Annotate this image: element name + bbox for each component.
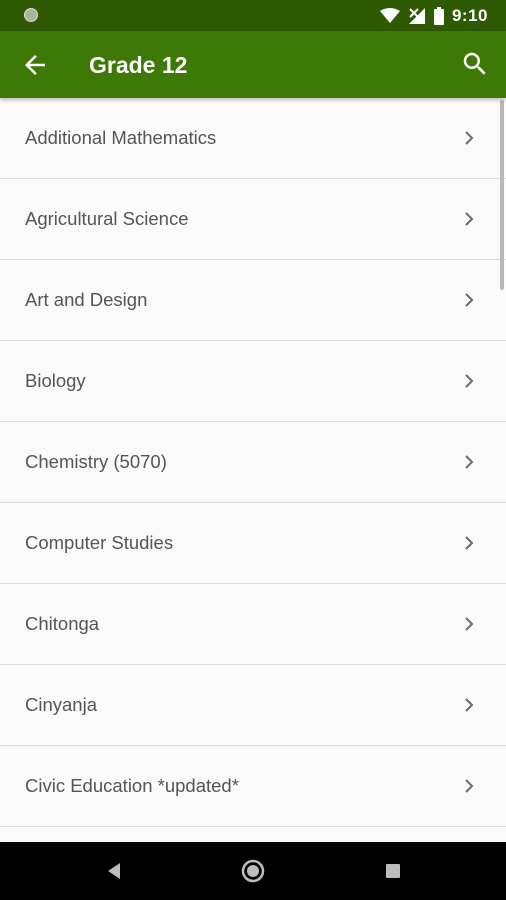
subject-label: Cinyanja (25, 694, 97, 715)
arrow-back-icon (25, 55, 45, 75)
subject-item-agricultural-science[interactable]: Agricultural Science (0, 179, 506, 260)
chevron-right-icon (465, 374, 474, 388)
subject-label: Computer Studies (25, 532, 174, 553)
notification-icon (24, 8, 38, 22)
subject-item-computer-studies[interactable]: Computer Studies (0, 503, 506, 584)
subject-item-civic-education[interactable]: Civic Education *updated* (0, 746, 506, 827)
chevron-right-icon (465, 131, 474, 145)
nav-back-icon (108, 863, 120, 879)
subject-label: Additional Mathematics (25, 127, 217, 148)
subject-item-chitonga[interactable]: Chitonga (0, 584, 506, 665)
nav-recents-icon (386, 864, 400, 878)
scrollbar[interactable] (500, 100, 504, 290)
subject-label: Art and Design (25, 289, 148, 310)
wifi-icon (379, 7, 400, 23)
subject-item-biology[interactable]: Biology (0, 341, 506, 422)
navigation-bar (0, 842, 506, 900)
nav-back-button[interactable] (100, 857, 128, 885)
subject-label: Civic Education *updated* (25, 775, 239, 796)
subject-label: Agricultural Science (25, 208, 189, 229)
chevron-right-icon (465, 212, 474, 226)
search-button[interactable] (460, 49, 490, 79)
subject-label: Chitonga (25, 613, 100, 634)
back-button[interactable] (20, 50, 50, 80)
chevron-right-icon (465, 455, 474, 469)
subject-item-additional-mathematics[interactable]: Additional Mathematics (0, 98, 506, 179)
subject-item-art-and-design[interactable]: Art and Design (0, 260, 506, 341)
status-bar: 9:10 (0, 0, 506, 31)
subject-label: Biology (25, 370, 86, 391)
battery-icon (433, 6, 444, 25)
chevron-right-icon (465, 779, 474, 793)
chevron-right-icon (465, 293, 474, 307)
cell-signal-icon (408, 7, 425, 24)
subject-item-cinyanja[interactable]: Cinyanja (0, 665, 506, 746)
nav-recents-button[interactable] (379, 857, 407, 885)
chevron-right-icon (465, 536, 474, 550)
chevron-right-icon (465, 698, 474, 712)
nav-home-button[interactable] (239, 857, 267, 885)
chevron-right-icon (465, 617, 474, 631)
nav-home-icon (241, 859, 265, 883)
app-bar: Grade 12 (0, 31, 506, 98)
subject-label: Chemistry (5070) (25, 451, 167, 472)
status-time: 9:10 (451, 5, 488, 25)
search-icon (463, 52, 486, 75)
status-icons: 9:10 (379, 5, 488, 26)
subject-item-chemistry[interactable]: Chemistry (5070) (0, 422, 506, 503)
page-title: Grade 12 (89, 52, 188, 78)
subject-list[interactable]: Additional Mathematics Agricultural Scie… (0, 98, 506, 842)
subject-item-partial[interactable] (0, 827, 506, 842)
